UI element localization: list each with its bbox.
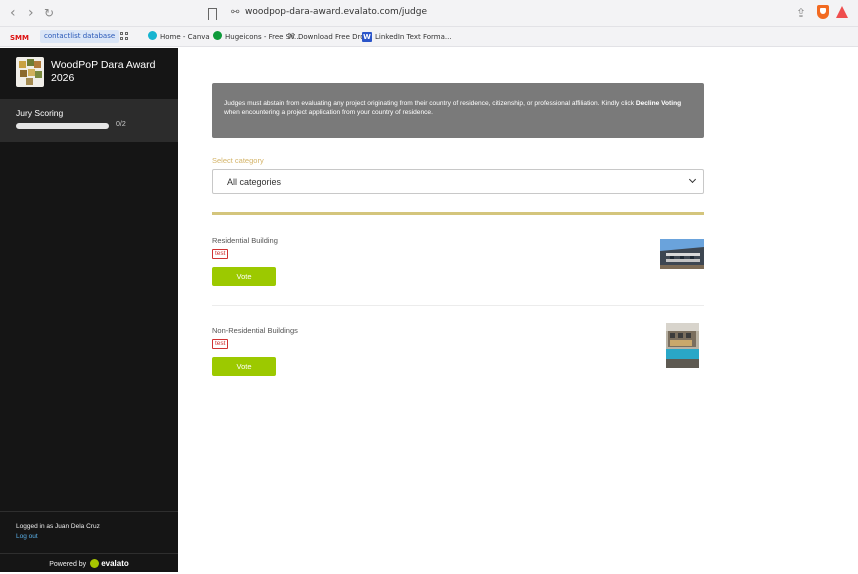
canva-icon: [148, 31, 157, 40]
bookmark-icon[interactable]: [208, 8, 217, 24]
evalato-brand: evalato: [101, 559, 129, 568]
back-icon[interactable]: ‹: [10, 5, 16, 21]
progress-bar: [16, 123, 109, 129]
bookmark-canva[interactable]: Home - Canva: [148, 31, 210, 43]
divider: [212, 212, 704, 215]
reload-icon[interactable]: ↻: [44, 5, 54, 21]
vote-button[interactable]: Vote: [212, 267, 276, 286]
share-icon[interactable]: ⇪: [796, 6, 806, 20]
entry-title: Non-Residential Buildings: [212, 326, 298, 335]
category-select-value: All categories: [227, 177, 282, 187]
bookmark-label: Download Free Dro...: [298, 33, 372, 41]
bookmark-smm[interactable]: SMM: [10, 32, 29, 44]
logged-in-text: Logged in as Juan Dela Cruz: [16, 523, 100, 530]
evalato-logo-icon: [90, 559, 100, 568]
award-logo: [16, 57, 44, 87]
apps-grid-icon[interactable]: [120, 32, 129, 41]
jury-scoring-label: Jury Scoring: [16, 108, 64, 118]
brave-rewards-icon[interactable]: [836, 6, 848, 18]
entry-thumbnail[interactable]: [666, 323, 699, 368]
non-residential-building-image: [666, 323, 699, 368]
category-select[interactable]: All categories: [212, 169, 704, 194]
decline-voting-emphasis: Decline Voting: [635, 100, 682, 107]
vote-button[interactable]: Vote: [212, 357, 276, 376]
category-label: Select category: [212, 156, 264, 165]
award-title: WoodPoP Dara Award 2026: [51, 59, 156, 84]
hugeicons-icon: [213, 31, 222, 40]
status-badge: test: [212, 249, 229, 259]
forward-icon[interactable]: ›: [28, 5, 34, 21]
powered-by: Powered by evalato: [0, 553, 178, 572]
jury-scoring-item[interactable]: Jury Scoring 0/2: [0, 99, 178, 142]
bookmark-linkedin[interactable]: W LinkedIn Text Forma...: [362, 31, 452, 43]
residential-building-image: [660, 239, 704, 269]
chevron-down-icon: [688, 175, 697, 184]
user-info: Logged in as Juan Dela Cruz Log out: [0, 511, 178, 552]
entry-thumbnail[interactable]: [660, 239, 704, 269]
judge-notice: Judges must abstain from evaluating any …: [212, 83, 704, 138]
status-badge: test: [212, 339, 229, 349]
site-settings-icon[interactable]: ⚯: [231, 7, 239, 18]
entry-card: Residential Building test Vote: [212, 236, 704, 296]
award-header: WoodPoP Dara Award 2026: [0, 48, 178, 98]
bookmark-contactlist[interactable]: contactlist database: [40, 30, 120, 43]
dropbox-icon: ⌘: [287, 32, 295, 41]
bookmark-label: LinkedIn Text Forma...: [375, 33, 452, 41]
word-icon: W: [362, 32, 372, 42]
bookmarks-bar: SMM contactlist database Home - Canva Hu…: [0, 27, 858, 47]
notice-text: Judges must abstain from evaluating any …: [224, 100, 682, 116]
entry-separator: [212, 305, 704, 306]
progress-count: 0/2: [116, 121, 126, 128]
entry-card: Non-Residential Buildings test Vote: [212, 323, 704, 386]
bookmark-download[interactable]: ⌘ Download Free Dro...: [287, 31, 371, 43]
brave-shield-icon[interactable]: [817, 5, 829, 19]
powered-by-text: Powered by: [49, 561, 87, 568]
address-bar[interactable]: woodpop-dara-award.evalato.com/judge: [245, 7, 427, 17]
entry-title: Residential Building: [212, 236, 278, 245]
logout-link[interactable]: Log out: [16, 533, 38, 540]
bookmark-label: Home - Canva: [160, 33, 210, 41]
sidebar: WoodPoP Dara Award 2026 Jury Scoring 0/2…: [0, 48, 178, 572]
browser-toolbar: ‹ › ↻ ⚯ woodpop-dara-award.evalato.com/j…: [0, 0, 858, 27]
